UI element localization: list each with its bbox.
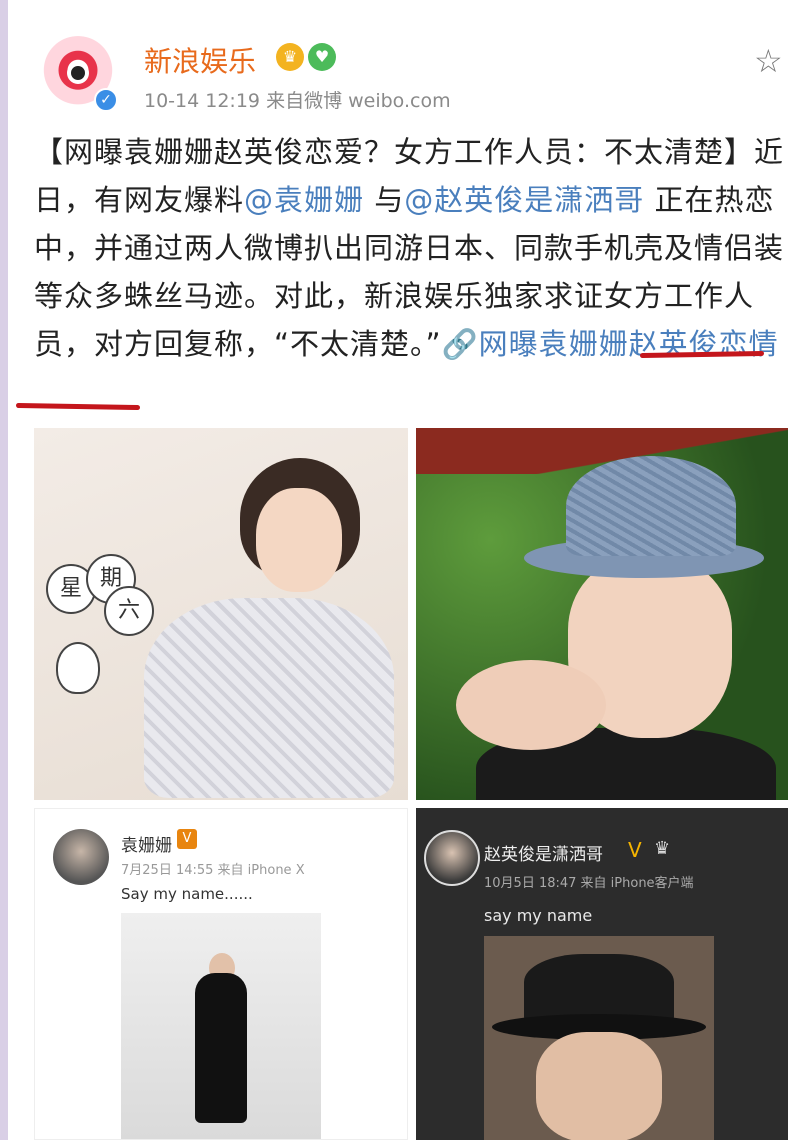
- woman-face: [256, 488, 342, 592]
- red-underline-mark-2: [15, 402, 141, 411]
- zhao-name: 赵英俊是潇洒哥: [484, 845, 603, 865]
- mention-link-yuan[interactable]: @袁姗姗: [244, 183, 364, 217]
- crown-icon: ♛: [654, 838, 671, 859]
- post-text: 【网曝袁姗姗赵英俊恋爱？女方工作人员：不太清楚】近日，有网友爆料@袁姗姗 与@赵…: [34, 128, 784, 368]
- screenshot-yuan-post[interactable]: 袁姗姗 V 7月25日 14:55 来自 iPhone X Say my nam…: [34, 808, 408, 1140]
- mention-link-zhao[interactable]: @赵英俊是潇洒哥: [404, 183, 644, 217]
- zhao-post-image: [484, 936, 714, 1140]
- post-meta: 10-14 12:19 来自微博 weibo.com: [144, 86, 451, 113]
- link-icon: 🔗: [441, 327, 479, 361]
- post-header: ✓ 新浪娱乐 ♛ ♥ 10-14 12:19 来自微博 weibo.com ☆: [36, 30, 796, 120]
- zhao-post-meta: 10月5日 18:47 来自 iPhone客户端: [484, 876, 694, 891]
- zhao-v-badge: V: [628, 838, 642, 862]
- yuan-post-meta: 7月25日 14:55 来自 iPhone X: [121, 863, 305, 878]
- screenshot-zhao-post[interactable]: 赵英俊是潇洒哥 V ♛ 10月5日 18:47 来自 iPhone客户端 say…: [416, 808, 788, 1140]
- account-name[interactable]: 新浪娱乐: [144, 40, 256, 80]
- left-edge-strip: [0, 0, 8, 1140]
- verified-check-icon: ✓: [94, 88, 118, 112]
- avatar-eye-logo: [67, 62, 89, 84]
- balloon-3: 六: [104, 586, 154, 636]
- bunny-doodle: [56, 642, 100, 694]
- post-text-part2: 与: [364, 183, 405, 217]
- yuan-avatar: [53, 829, 109, 885]
- yuan-post-text: Say my name......: [121, 885, 253, 903]
- yuan-name: 袁姗姗: [121, 836, 172, 856]
- yuan-post-image: [121, 913, 321, 1139]
- post-source[interactable]: 来自微博 weibo.com: [266, 90, 451, 112]
- post-time: 10-14 12:19: [144, 90, 261, 112]
- photo-woman[interactable]: 星 期 六: [34, 428, 408, 800]
- favorite-star-icon[interactable]: ☆: [754, 42, 783, 80]
- zhao-post-text: say my name: [484, 906, 593, 925]
- man-hand: [456, 660, 606, 750]
- hat-crown: [566, 456, 736, 556]
- crown-badge-icon: ♛: [276, 43, 304, 71]
- woman-body: [144, 598, 394, 798]
- zhao-avatar: [424, 830, 480, 886]
- photo-man-hat[interactable]: [416, 428, 788, 800]
- yuan-v-badge: V: [177, 829, 197, 849]
- man-face-2: [536, 1032, 662, 1140]
- heart-badge-icon: ♥: [308, 43, 336, 71]
- figure-body: [195, 973, 247, 1123]
